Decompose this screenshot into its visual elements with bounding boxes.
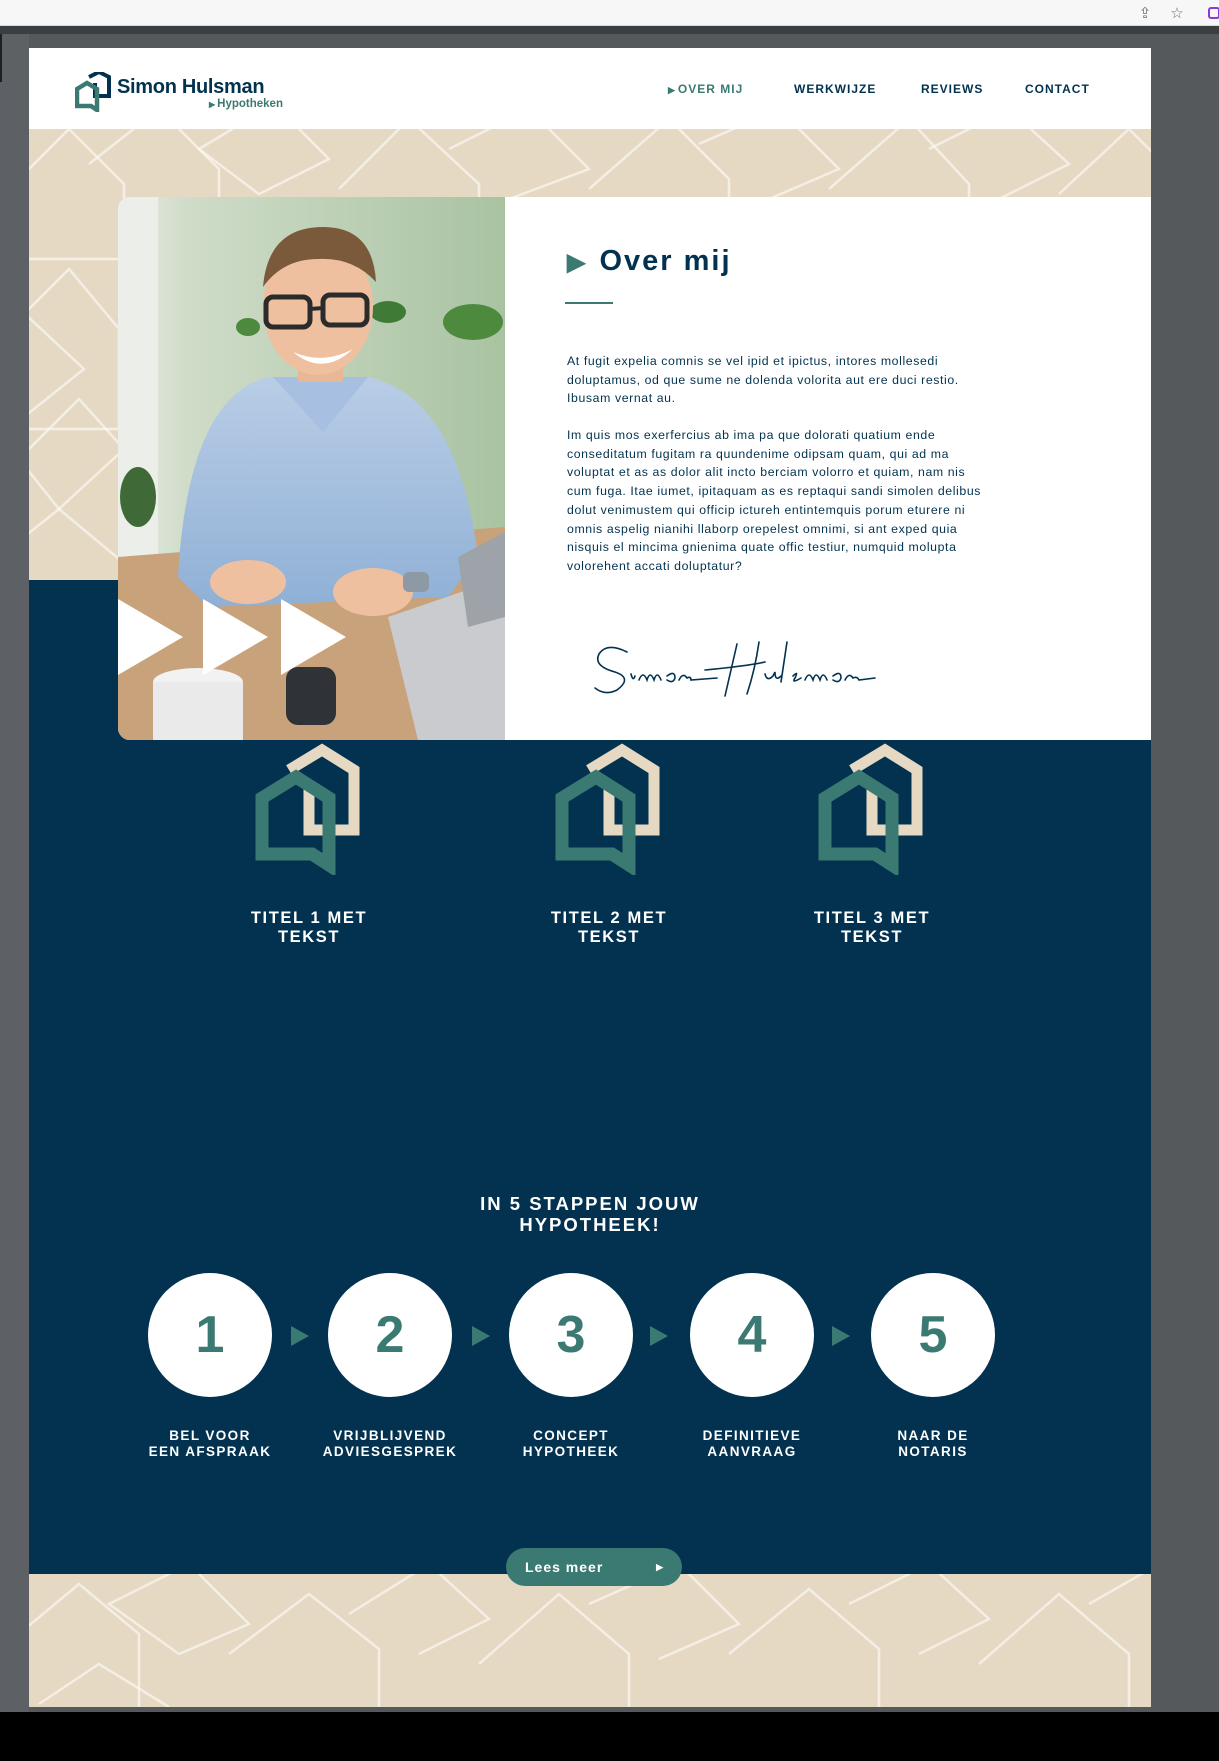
play-arrow-icon: ▶	[656, 1562, 664, 1572]
nav-item-over-mij[interactable]: ▶ OVER MIJ	[668, 82, 743, 96]
step-item: 1 BEL VOOR EEN AFSPRAAK	[120, 1273, 300, 1460]
step-number-circle: 5	[871, 1273, 995, 1397]
about-title: ▶ Over mij	[567, 245, 732, 277]
logo-name: Simon Hulsman	[117, 76, 265, 98]
footer-pattern-background	[29, 1574, 1151, 1707]
step-number-circle: 4	[690, 1273, 814, 1397]
feature-title: TITEL 3 MET TEKST	[813, 909, 931, 946]
feature-item: TITEL 3 MET TEKST	[762, 740, 982, 947]
nav-item-contact[interactable]: CONTACT	[1025, 82, 1090, 96]
steps-title: IN 5 STAPPEN JOUW HYPOTHEEK!	[480, 1193, 700, 1235]
step-label: CONCEPT HYPOTHEEK	[522, 1428, 620, 1459]
nav-item-werkwijze[interactable]: WERKWIJZE	[794, 82, 876, 96]
lees-meer-button[interactable]: Lees meer ▶	[506, 1548, 682, 1586]
profile-photo	[118, 197, 505, 740]
window-edge	[0, 26, 1219, 34]
play-arrow-icon: ▶	[567, 249, 588, 276]
step-item: 3 CONCEPT HYPOTHEEK	[481, 1273, 661, 1460]
signature	[594, 641, 876, 697]
step-label: NAAR DE NOTARIS	[897, 1428, 969, 1459]
feature-item: TITEL 1 MET TEKST	[199, 740, 419, 947]
step-label: VRIJBLIJVEND ADVIESGESPREK	[322, 1428, 458, 1459]
step-label: BEL VOOR EEN AFSPRAAK	[148, 1428, 272, 1459]
nav-item-reviews[interactable]: REVIEWS	[921, 82, 983, 96]
feature-title: TITEL 1 MET TEKST	[250, 909, 368, 946]
title-underline	[565, 302, 613, 304]
screen-bottom-bar	[0, 1712, 1219, 1761]
share-icon[interactable]: ⇪	[1136, 4, 1154, 22]
house-logo-icon	[255, 743, 360, 875]
browser-toolbar: ⇪ ☆	[0, 0, 1219, 26]
house-logo-icon	[555, 743, 660, 875]
extension-icon[interactable]	[1208, 7, 1219, 19]
step-number-circle: 3	[509, 1273, 633, 1397]
step-item: 5 NAAR DE NOTARIS	[843, 1273, 1023, 1460]
about-paragraph: Im quis mos exerfercius ab ima pa que do…	[567, 428, 982, 573]
feature-item: TITEL 2 MET TEKST	[499, 740, 719, 947]
web-page: Simon Hulsman ▶ Hypotheken ▶ OVER MIJ WERK…	[29, 48, 1151, 1707]
site-logo[interactable]: Simon Hulsman ▶ Hypotheken	[75, 72, 315, 112]
logo-subtitle: ▶ Hypotheken	[209, 98, 283, 110]
step-label: DEFINITIEVE AANVRAAG	[702, 1428, 802, 1459]
about-paragraph: At fugit expelia comnis se vel ipid et i…	[567, 354, 959, 406]
play-arrow-icon: ▶	[668, 85, 676, 95]
feature-title: TITEL 2 MET TEKST	[550, 909, 668, 946]
logo-house-icon	[75, 72, 111, 112]
site-header: Simon Hulsman ▶ Hypotheken ▶ OVER MIJ WERK…	[29, 48, 1151, 129]
window-side-notch	[0, 34, 2, 82]
step-number-circle: 2	[328, 1273, 452, 1397]
window-side-strip	[0, 34, 29, 1712]
step-item: 4 DEFINITIEVE AANVRAAG	[662, 1273, 842, 1460]
star-icon[interactable]: ☆	[1168, 4, 1186, 22]
step-number-circle: 1	[148, 1273, 272, 1397]
house-logo-icon	[818, 743, 923, 875]
step-item: 2 VRIJBLIJVEND ADVIESGESPREK	[300, 1273, 480, 1460]
